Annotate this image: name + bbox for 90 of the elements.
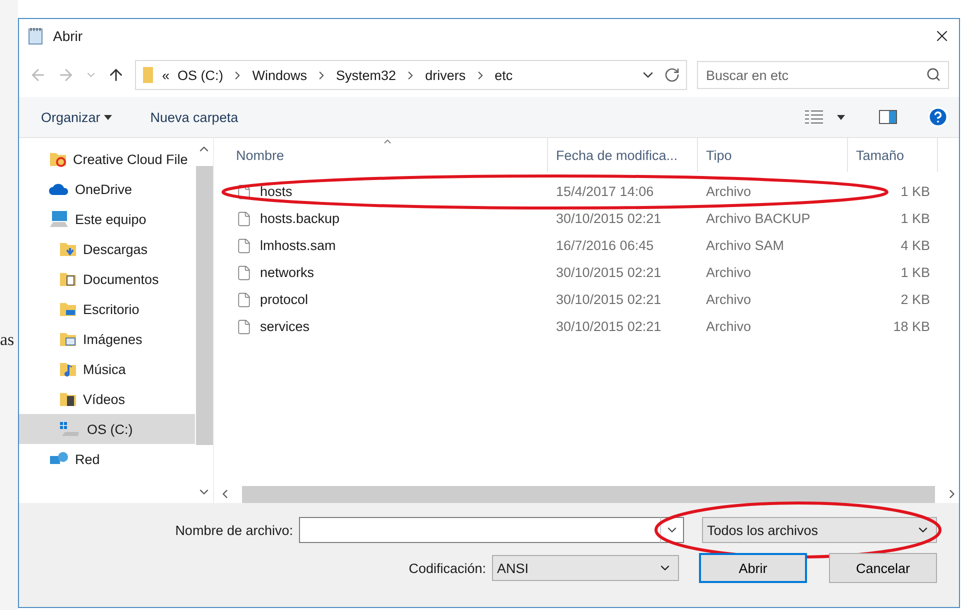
- preview-pane-icon[interactable]: [879, 110, 897, 124]
- notepad-icon: [27, 27, 45, 45]
- folder-icon: [142, 66, 154, 84]
- filename-label: Nombre de archivo:: [175, 522, 293, 538]
- table-cell: hosts: [228, 184, 548, 200]
- table-cell-text: Archivo: [705, 319, 752, 334]
- table-cell-text: 30/10/2015 02:21: [555, 292, 662, 307]
- sidebar-item[interactable]: OneDrive: [19, 174, 195, 204]
- encoding-select[interactable]: ANSI: [492, 555, 679, 581]
- file-row[interactable]: protocol 30/10/2015 02:21 Archivo 2 KB: [228, 286, 959, 313]
- sidebar-item[interactable]: Vídeos: [19, 384, 195, 414]
- sidebar-item[interactable]: Descargas: [19, 234, 195, 264]
- cloud-icon: [49, 182, 69, 196]
- music-folder-icon: [59, 360, 77, 378]
- file-row[interactable]: hosts 15/4/2017 14:06 Archivo 1 KB: [228, 178, 959, 205]
- table-cell-text: 30/10/2015 02:21: [555, 319, 662, 334]
- breadcrumb-item[interactable]: drivers: [425, 68, 466, 82]
- file-row[interactable]: lmhosts.sam 16/7/2016 06:45 Archivo SAM 4 KB: [228, 232, 959, 259]
- file-icon: [236, 264, 252, 280]
- sidebar-item[interactable]: Imágenes: [19, 324, 195, 354]
- file-row[interactable]: services 30/10/2015 02:21 Archivo 18 KB: [228, 313, 959, 340]
- caret-icon: [104, 114, 112, 120]
- download-folder-icon: [59, 240, 77, 258]
- organize-button[interactable]: Organizar: [29, 106, 124, 128]
- background-text: as: [0, 330, 14, 349]
- breadcrumb-item[interactable]: etc: [494, 68, 513, 82]
- file-icon: [236, 318, 252, 334]
- file-icon: [236, 238, 252, 254]
- breadcrumb-item[interactable]: Windows: [252, 68, 308, 82]
- table-cell-text: 1 KB: [900, 211, 931, 226]
- table-cell-text: Archivo BACKUP: [705, 211, 812, 226]
- breadcrumb-item[interactable]: System32: [336, 68, 396, 82]
- file-icon: [236, 292, 252, 308]
- column-header[interactable]: Tipo: [698, 138, 848, 172]
- view-icon[interactable]: [805, 110, 823, 124]
- search-icon: [926, 67, 941, 82]
- picture-folder-icon: [59, 330, 77, 348]
- video-folder-icon: [59, 390, 77, 408]
- breadcrumb-item[interactable]: OS (C:): [178, 68, 224, 82]
- table-cell-text: 18 KB: [892, 319, 931, 334]
- table-cell-text: Archivo: [705, 184, 752, 199]
- filename-field[interactable]: [299, 517, 660, 543]
- table-cell: lmhosts.sam: [228, 238, 548, 254]
- caret-icon[interactable]: [837, 114, 845, 120]
- table-cell: networks: [228, 264, 548, 280]
- table-cell-text: 16/7/2016 06:45: [555, 238, 655, 253]
- table-cell-text: Archivo: [705, 265, 752, 280]
- file-type-select[interactable]: Todos los archivos: [702, 517, 937, 543]
- table-cell: hosts.backup: [228, 210, 548, 226]
- table-cell-text: 30/10/2015 02:21: [555, 211, 662, 226]
- table-cell-text: 30/10/2015 02:21: [555, 265, 662, 280]
- breadcrumb-overflow[interactable]: «: [162, 68, 170, 82]
- table-cell: services: [228, 318, 548, 334]
- sidebar-item[interactable]: OS (C:): [19, 414, 195, 444]
- table-cell-text: 2 KB: [900, 292, 931, 307]
- file-row[interactable]: networks 30/10/2015 02:21 Archivo 1 KB: [228, 259, 959, 286]
- desktop-folder-icon: [59, 300, 77, 318]
- sidebar-item[interactable]: Documentos: [19, 264, 195, 294]
- table-cell: protocol: [228, 292, 548, 308]
- column-header[interactable]: Tamaño: [848, 138, 938, 172]
- refresh-icon[interactable]: [664, 67, 680, 83]
- file-icon: [236, 210, 252, 226]
- folder-icon: [49, 150, 67, 168]
- table-cell-text: Archivo: [705, 292, 752, 307]
- drive-icon: [59, 420, 81, 438]
- address-bar[interactable]: « OS (C:) Windows System32 drivers etc: [135, 60, 687, 90]
- column-header[interactable]: Nombre: [228, 138, 548, 172]
- file-icon: [236, 184, 252, 200]
- encoding-label: Codificación:: [408, 560, 486, 576]
- column-header[interactable]: Fecha de modifica...: [548, 138, 698, 172]
- table-cell-text: 4 KB: [900, 238, 931, 253]
- cancel-button[interactable]: Cancelar: [829, 553, 937, 583]
- sidebar-item[interactable]: Escritorio: [19, 294, 195, 324]
- new-folder-button[interactable]: Nueva carpeta: [138, 106, 250, 128]
- sidebar-item[interactable]: Creative Cloud File: [19, 144, 195, 174]
- file-row[interactable]: hosts.backup 30/10/2015 02:21 Archivo BACKUP 1 KB: [228, 205, 959, 232]
- up-icon[interactable]: [107, 66, 125, 84]
- sidebar-item[interactable]: Música: [19, 354, 195, 384]
- help-icon[interactable]: [927, 106, 949, 128]
- window-title: Abrir: [53, 28, 84, 44]
- computer-icon: [49, 210, 69, 228]
- open-button[interactable]: Abrir: [699, 553, 807, 583]
- table-cell-text: 15/4/2017 14:06: [555, 184, 655, 199]
- table-cell-text: Archivo SAM: [705, 238, 786, 253]
- document-folder-icon: [59, 270, 77, 288]
- sidebar-item[interactable]: Red: [19, 444, 195, 474]
- table-cell-text: 1 KB: [900, 184, 931, 199]
- sidebar-item[interactable]: Este equipo: [19, 204, 195, 234]
- table-cell-text: 1 KB: [900, 265, 931, 280]
- search-field[interactable]: Buscar en etc: [697, 61, 949, 89]
